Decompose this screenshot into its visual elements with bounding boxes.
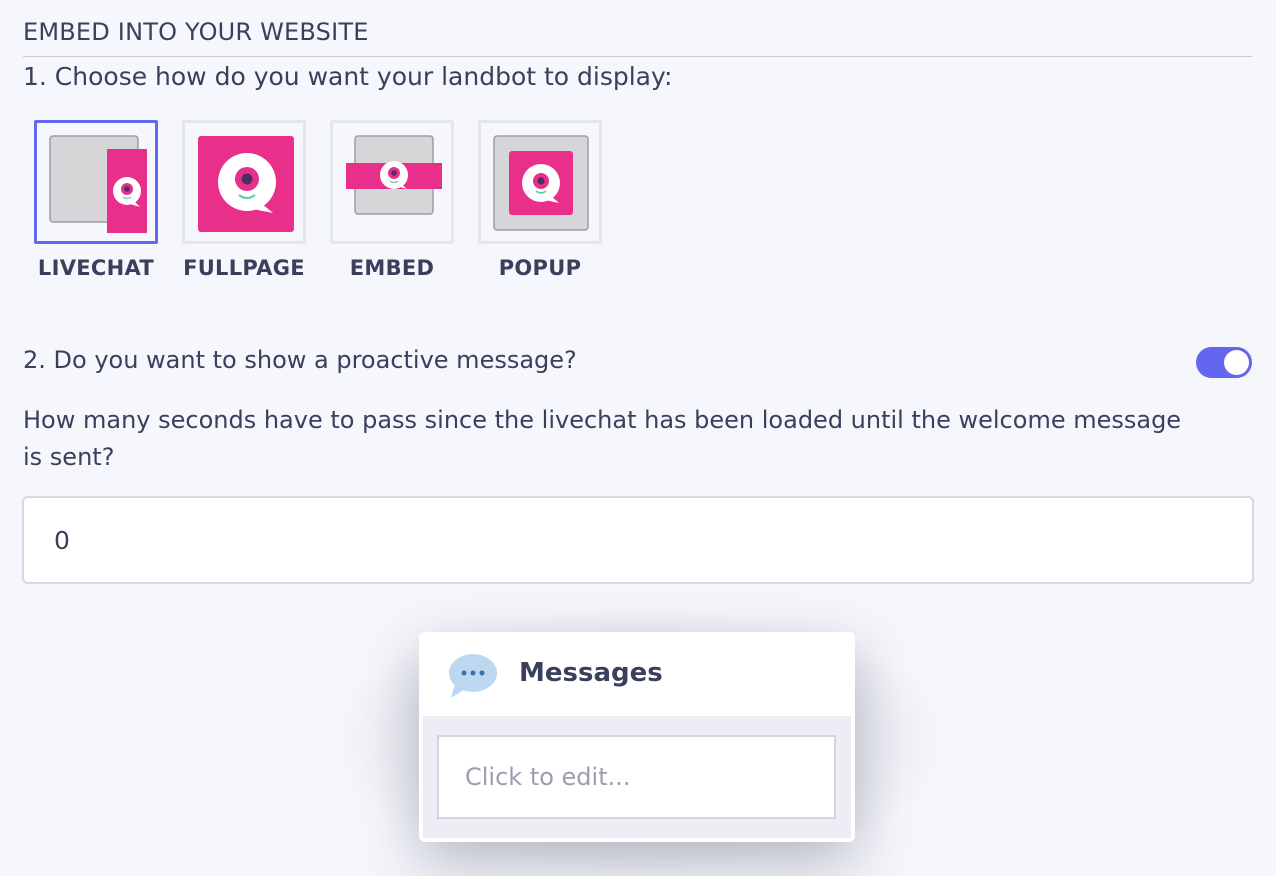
fullpage-layout-icon[interactable] <box>182 120 306 244</box>
delay-seconds-input[interactable] <box>22 496 1254 584</box>
proactive-message-toggle[interactable] <box>1196 347 1252 378</box>
title-divider <box>23 56 1252 57</box>
speech-bubble-icon <box>447 652 499 700</box>
embed-layout-icon[interactable] <box>330 120 454 244</box>
mode-option-popup[interactable]: POPUP <box>476 120 604 280</box>
delay-question: How many seconds have to pass since the … <box>23 406 1182 471</box>
messages-title: Messages <box>519 658 663 688</box>
mode-label-embed: EMBED <box>349 256 435 280</box>
livechat-layout-icon[interactable] <box>34 120 158 244</box>
step2-label: 2. Do you want to show a proactive messa… <box>23 346 577 374</box>
mode-label-fullpage: FULLPAGE <box>183 256 305 280</box>
popup-layout-icon[interactable] <box>478 120 602 244</box>
mode-label-livechat: LIVECHAT <box>37 256 155 280</box>
mode-label-popup: POPUP <box>498 256 582 280</box>
messages-card: Messages <box>419 632 855 842</box>
toggle-knob <box>1224 350 1249 375</box>
section-title: EMBED INTO YOUR WEBSITE <box>23 18 369 46</box>
step1-label: 1. Choose how do you want your landbot t… <box>23 62 673 91</box>
display-mode-options: LIVECHAT FULLPAGE EMBED POPUP <box>32 120 624 280</box>
messages-header: Messages <box>419 632 855 716</box>
message-edit-field[interactable] <box>437 735 836 819</box>
messages-body <box>423 716 851 838</box>
mode-option-livechat[interactable]: LIVECHAT <box>32 120 160 280</box>
mode-option-fullpage[interactable]: FULLPAGE <box>180 120 308 280</box>
mode-option-embed[interactable]: EMBED <box>328 120 456 280</box>
